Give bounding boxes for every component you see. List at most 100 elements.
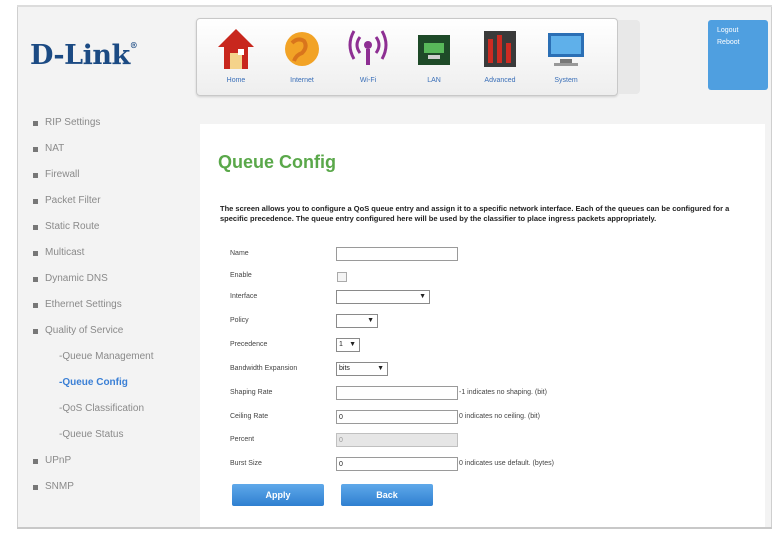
precedence-label: Precedence (230, 341, 268, 348)
sidebar-subitem-label: -Queue Status (59, 429, 124, 440)
nav-lan-label: LAN (427, 77, 441, 84)
sidebar-subitem-queue-config[interactable]: -Queue Config (25, 370, 190, 396)
sidebar-subitem-qos-classification[interactable]: -QoS Classification (25, 396, 190, 422)
nav-wifi-label: Wi-Fi (359, 77, 377, 84)
sidebar-item-label: RIP Settings (45, 117, 101, 128)
bullet-icon (33, 277, 38, 282)
nav-home[interactable]: Home (211, 25, 261, 91)
nav-system[interactable]: System (541, 25, 591, 91)
lan-icon (418, 35, 450, 65)
bullet-icon (33, 251, 38, 256)
interface-select[interactable]: ▼ (336, 290, 430, 304)
bandwidth-label: Bandwidth Expansion (230, 365, 298, 372)
internet-icon (285, 32, 319, 66)
bullet-icon (33, 121, 38, 126)
nav-wifi[interactable]: Wi-Fi (343, 25, 393, 91)
nav-advanced[interactable]: Advanced (475, 25, 525, 91)
sidebar-item-snmp[interactable]: SNMP (25, 474, 190, 500)
bullet-icon (33, 329, 38, 334)
system-icon (548, 33, 584, 66)
sidebar-item-quality-of-service[interactable]: Quality of Service (25, 318, 190, 344)
chevron-down-icon: ▼ (367, 317, 374, 324)
sidebar-item-label: Firewall (45, 169, 80, 180)
sidebar-item-firewall[interactable]: Firewall (25, 162, 190, 188)
bullet-icon (33, 147, 38, 152)
sidebar-item-label: Multicast (45, 247, 85, 258)
sidebar-item-multicast[interactable]: Multicast (25, 240, 190, 266)
name-label: Name (230, 250, 249, 257)
nav-advanced-label: Advanced (484, 77, 516, 84)
sidebar-item-label: NAT (45, 143, 65, 154)
burst-label: Burst Size (230, 460, 262, 467)
bandwidth-value: bits (339, 365, 350, 372)
bullet-icon (33, 485, 38, 490)
enable-label: Enable (230, 272, 252, 279)
page-title: Queue Config (218, 152, 336, 172)
advanced-icon (484, 31, 516, 67)
sidebar-item-rip-settings[interactable]: RIP Settings (25, 110, 190, 136)
bullet-icon (33, 459, 38, 464)
shaping-rate-input[interactable] (336, 386, 458, 400)
nav-system-label: System (554, 77, 578, 84)
sidebar-item-nat[interactable]: NAT (25, 136, 190, 162)
ceiling-rate-input[interactable]: 0 (336, 410, 458, 424)
bottom-border (17, 527, 772, 529)
top-navigation: Home Internet Wi-Fi LAN Advanced System (196, 18, 618, 96)
wifi-icon (348, 30, 388, 65)
logo-tm: ® (129, 40, 138, 50)
bandwidth-select[interactable]: bits ▼ (336, 362, 388, 376)
sidebar-subitem-queue-status[interactable]: -Queue Status (25, 422, 190, 448)
dlink-logo: D-Link® (30, 40, 138, 71)
chevron-down-icon: ▼ (349, 341, 356, 348)
shaping-label: Shaping Rate (230, 389, 273, 396)
sidebar-item-label: SNMP (45, 481, 74, 492)
sidebar-item-ethernet-settings[interactable]: Ethernet Settings (25, 292, 190, 318)
sidebar-item-label: Static Route (45, 221, 100, 232)
percent-label: Percent (230, 436, 255, 443)
back-button[interactable]: Back (341, 484, 433, 506)
sidebar-item-label: UPnP (45, 455, 72, 466)
sidebar-subitem-label: -Queue Config (59, 377, 128, 388)
page-description: The screen allows you to configure a QoS… (220, 204, 730, 223)
shaping-hint: -1 indicates no shaping. (bit) (459, 389, 547, 396)
name-input[interactable] (336, 247, 458, 261)
bullet-icon (33, 225, 38, 230)
policy-label: Policy (230, 317, 249, 324)
sidebar-item-label: Dynamic DNS (45, 273, 108, 284)
nav-internet-label: Internet (290, 77, 314, 84)
sidebar-subitem-label: -Queue Management (59, 351, 154, 362)
chevron-down-icon: ▼ (419, 293, 426, 300)
top-border (17, 5, 772, 7)
bullet-icon (33, 199, 38, 204)
policy-select[interactable]: ▼ (336, 314, 378, 328)
sidebar-item-upnp[interactable]: UPnP (25, 448, 190, 474)
burst-size-input[interactable]: 0 (336, 457, 458, 471)
chevron-down-icon: ▼ (377, 365, 384, 372)
sidebar-item-label: Quality of Service (45, 325, 124, 336)
nav-internet[interactable]: Internet (277, 25, 327, 91)
nav-endcap (618, 20, 640, 94)
ceiling-hint: 0 indicates no ceiling. (bit) (459, 413, 540, 420)
precedence-select[interactable]: 1 ▼ (336, 338, 360, 352)
sidebar-item-label: Packet Filter (45, 195, 101, 206)
nav-lan[interactable]: LAN (409, 25, 459, 91)
bullet-icon (33, 303, 38, 308)
bullet-icon (33, 173, 38, 178)
sidebar-item-dynamic-dns[interactable]: Dynamic DNS (25, 266, 190, 292)
sidebar-subitem-label: -QoS Classification (59, 403, 145, 414)
logout-link[interactable]: Logout (717, 27, 768, 34)
percent-input: 0 (336, 433, 458, 447)
main-content: Queue Config The screen allows you to co… (200, 124, 765, 529)
apply-button[interactable]: Apply (232, 484, 324, 506)
sidebar-item-static-route[interactable]: Static Route (25, 214, 190, 240)
enable-checkbox[interactable] (337, 272, 347, 282)
sidebar-item-packet-filter[interactable]: Packet Filter (25, 188, 190, 214)
nav-home-label: Home (226, 77, 246, 84)
sidebar-subitem-queue-management[interactable]: -Queue Management (25, 344, 190, 370)
sidebar: RIP Settings NAT Firewall Packet Filter … (25, 110, 190, 500)
reboot-link[interactable]: Reboot (717, 39, 768, 46)
burst-hint: 0 indicates use default. (bytes) (459, 460, 554, 467)
home-icon (218, 29, 254, 69)
ceiling-label: Ceiling Rate (230, 413, 269, 420)
precedence-value: 1 (339, 341, 343, 348)
